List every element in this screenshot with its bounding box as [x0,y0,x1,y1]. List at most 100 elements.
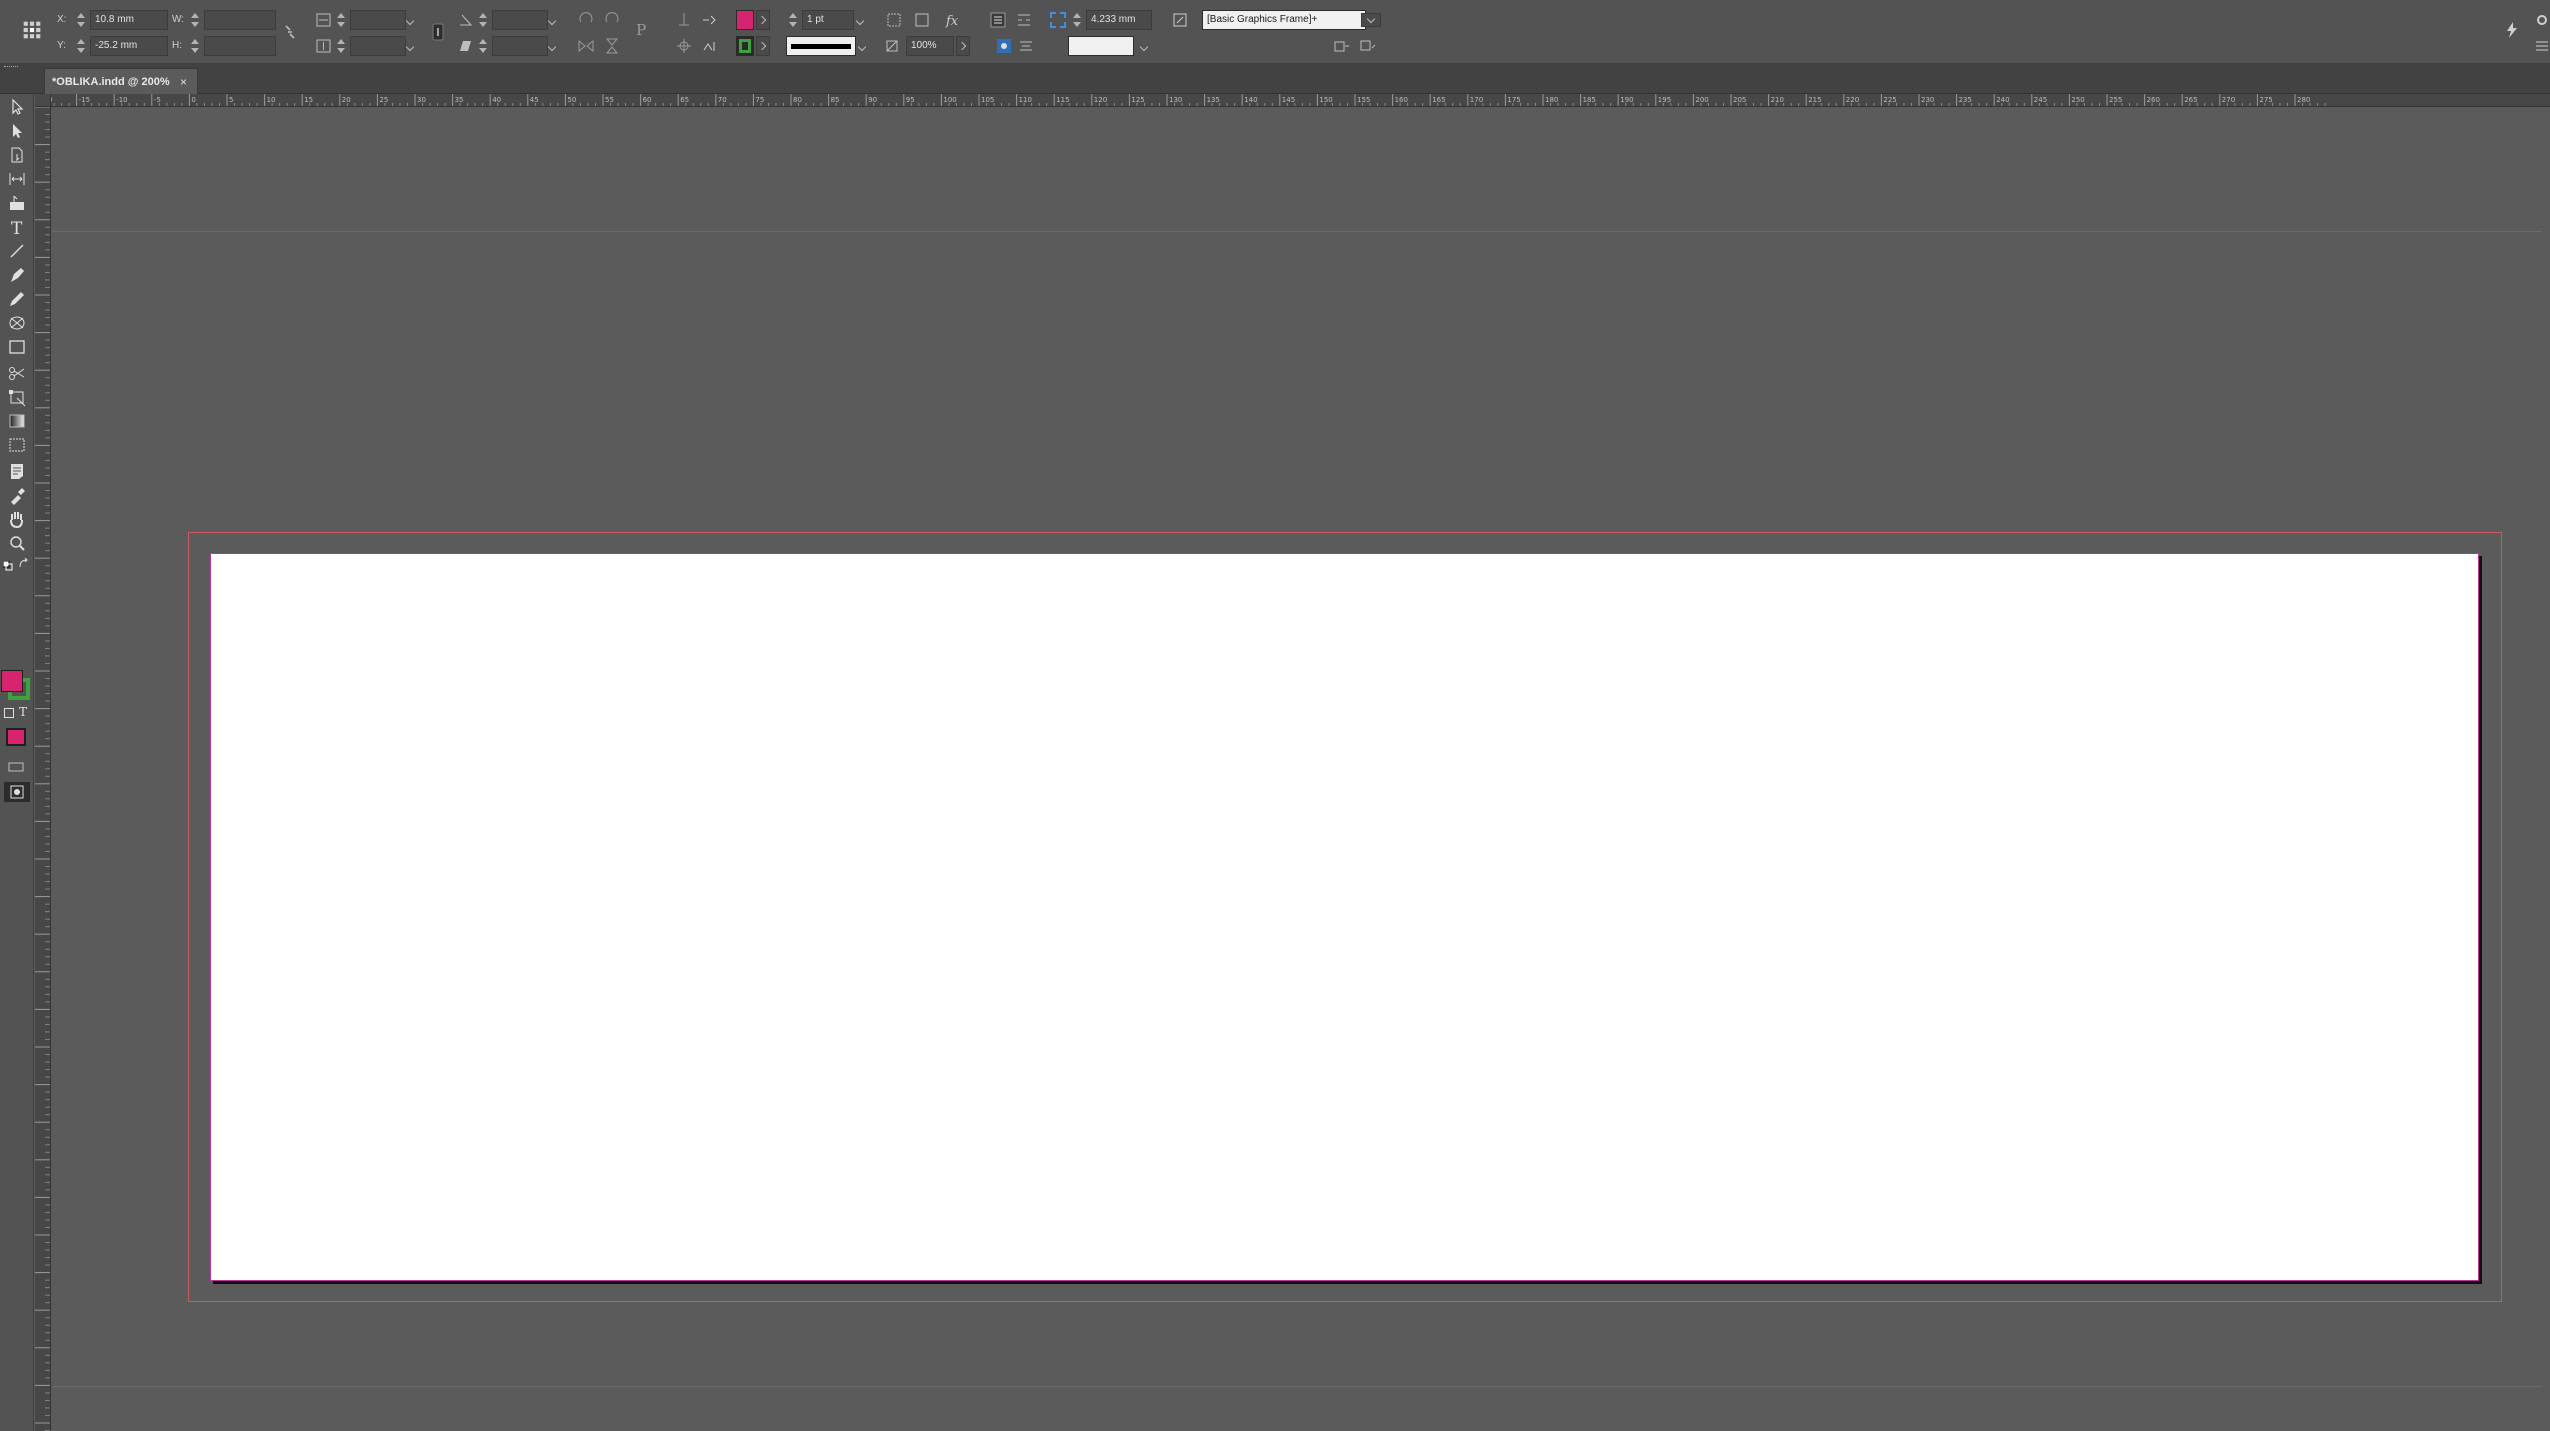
y-position-field[interactable]: -25.2 mm [90,36,168,56]
w-spinner[interactable] [190,11,200,29]
ruler-label: 30 [417,96,426,104]
line-tool-icon[interactable] [5,240,29,262]
screen-mode-icon[interactable] [6,758,26,774]
hand-tool-icon[interactable] [5,508,29,530]
stroke-dropdown-arrow[interactable] [756,36,770,56]
zoom-tool-icon[interactable] [5,532,29,554]
type-tool-icon[interactable]: T [5,216,29,238]
rectangle-frame-tool-icon[interactable] [5,312,29,334]
default-fill-stroke-icon[interactable] [2,558,13,571]
link-scale-icon[interactable] [428,22,444,42]
settings-gear-icon[interactable] [2532,10,2548,30]
flip-vertical-icon[interactable] [602,36,622,56]
y-spinner[interactable] [76,37,86,55]
document-tab[interactable]: *OBLIKA.indd @ 200% × [44,68,198,94]
gradient-swatch-tool-icon[interactable] [5,410,29,432]
clear-overrides-icon[interactable] [1332,36,1352,56]
scale-y-field[interactable] [350,36,406,56]
corner-size-spinner[interactable] [1072,11,1082,29]
height-field[interactable] [204,36,276,56]
flip-horizontal-icon[interactable] [576,36,596,56]
view-mode-icon[interactable] [4,782,30,802]
x-position-field[interactable]: 10.8 mm [90,10,168,30]
scale-x-spinner[interactable] [336,11,346,29]
pen-tool-icon[interactable] [5,264,29,286]
selection-tool-icon[interactable] [5,96,29,118]
scale-y-spinner[interactable] [336,37,346,55]
stroke-swatch[interactable] [736,36,754,56]
stroke-weight-field[interactable]: 1 pt [802,10,854,30]
rotation-spinner[interactable] [478,11,488,29]
fit-content-icon[interactable] [912,10,932,30]
apply-color-icon[interactable] [6,728,26,746]
fill-dropdown-arrow[interactable] [756,10,770,30]
blank-style-field[interactable] [1068,36,1134,56]
formatting-text-icon[interactable]: T [18,704,30,719]
effects-fx-icon[interactable]: fx [944,10,964,30]
pasteboard[interactable] [52,108,2550,1431]
auto-fit-icon[interactable] [994,36,1014,56]
note-tool-icon[interactable] [5,460,29,482]
style-options-icon[interactable] [1358,36,1378,56]
ruler-label: -10 [116,96,127,104]
blank-style-dropdown[interactable] [1138,36,1152,56]
corner-size-field[interactable]: 4.233 mm [1086,10,1152,30]
object-style-dropdown[interactable] [1361,13,1381,27]
scale-x-field[interactable] [350,10,406,30]
vertical-ruler[interactable] [35,107,51,1431]
constrain-proportions-icon[interactable] [280,22,300,42]
direct-selection-tool-icon[interactable] [5,120,29,142]
select-next-icon[interactable] [700,36,720,56]
text-wrap-none-icon[interactable] [988,10,1008,30]
opacity-dropdown-arrow[interactable] [956,36,970,56]
ruler-origin[interactable] [35,94,51,107]
object-style-field[interactable]: [Basic Graphics Frame]+ [1202,10,1366,30]
h-spinner[interactable] [190,37,200,55]
close-tab-icon[interactable]: × [180,75,187,89]
width-field[interactable] [204,10,276,30]
rotate-90-ccw-icon[interactable] [602,10,622,30]
rotate-90-cw-icon[interactable] [576,10,596,30]
panel-collapse-grip[interactable] [4,66,18,70]
corner-options-icon[interactable] [1048,10,1068,30]
scissors-tool-icon[interactable] [5,362,29,384]
document-page[interactable] [210,553,2479,1281]
rectangle-tool-icon[interactable] [5,336,29,358]
stroke-type-dropdown[interactable] [856,36,870,56]
rotation-dropdown[interactable] [546,10,560,30]
reference-point-icon[interactable] [22,20,46,44]
fill-proxy[interactable] [1,670,23,692]
content-collector-icon[interactable] [5,192,29,214]
swap-fill-stroke-icon[interactable] [18,557,30,569]
rotation-angle-field[interactable] [492,10,548,30]
opacity-field[interactable]: 100% [906,36,954,56]
lightning-icon[interactable] [2502,20,2522,40]
free-transform-tool-icon[interactable] [5,386,29,408]
stroke-weight-spinner[interactable] [788,11,798,29]
shear-spinner[interactable] [478,37,488,55]
shear-angle-field[interactable] [492,36,548,56]
scale-x-dropdown[interactable] [404,10,418,30]
fill-swatch[interactable] [736,10,754,30]
opacity-icon [882,36,902,56]
stroke-weight-dropdown[interactable] [854,10,868,30]
panel-menu-icon[interactable] [2532,36,2548,56]
select-container-icon[interactable] [674,10,694,30]
stroke-type-field[interactable] [786,36,856,56]
gradient-feather-tool-icon[interactable] [5,434,29,456]
ruler-label: 10 [267,96,276,104]
shear-dropdown[interactable] [546,36,560,56]
select-previous-icon[interactable] [700,10,720,30]
align-center-icon[interactable] [1016,36,1036,56]
pencil-tool-icon[interactable] [5,288,29,310]
frame-fitting-icon[interactable] [884,10,904,30]
gap-tool-icon[interactable] [5,168,29,190]
scale-y-dropdown[interactable] [404,36,418,56]
eyedropper-tool-icon[interactable] [5,484,29,506]
page-tool-icon[interactable] [5,144,29,166]
text-wrap-bbox-icon[interactable] [1014,10,1034,30]
x-spinner[interactable] [76,11,86,29]
formatting-container-icon[interactable] [4,708,14,718]
select-content-icon[interactable] [674,36,694,56]
horizontal-ruler[interactable]: -20-15-10-505101520253035404550556065707… [35,94,2550,107]
